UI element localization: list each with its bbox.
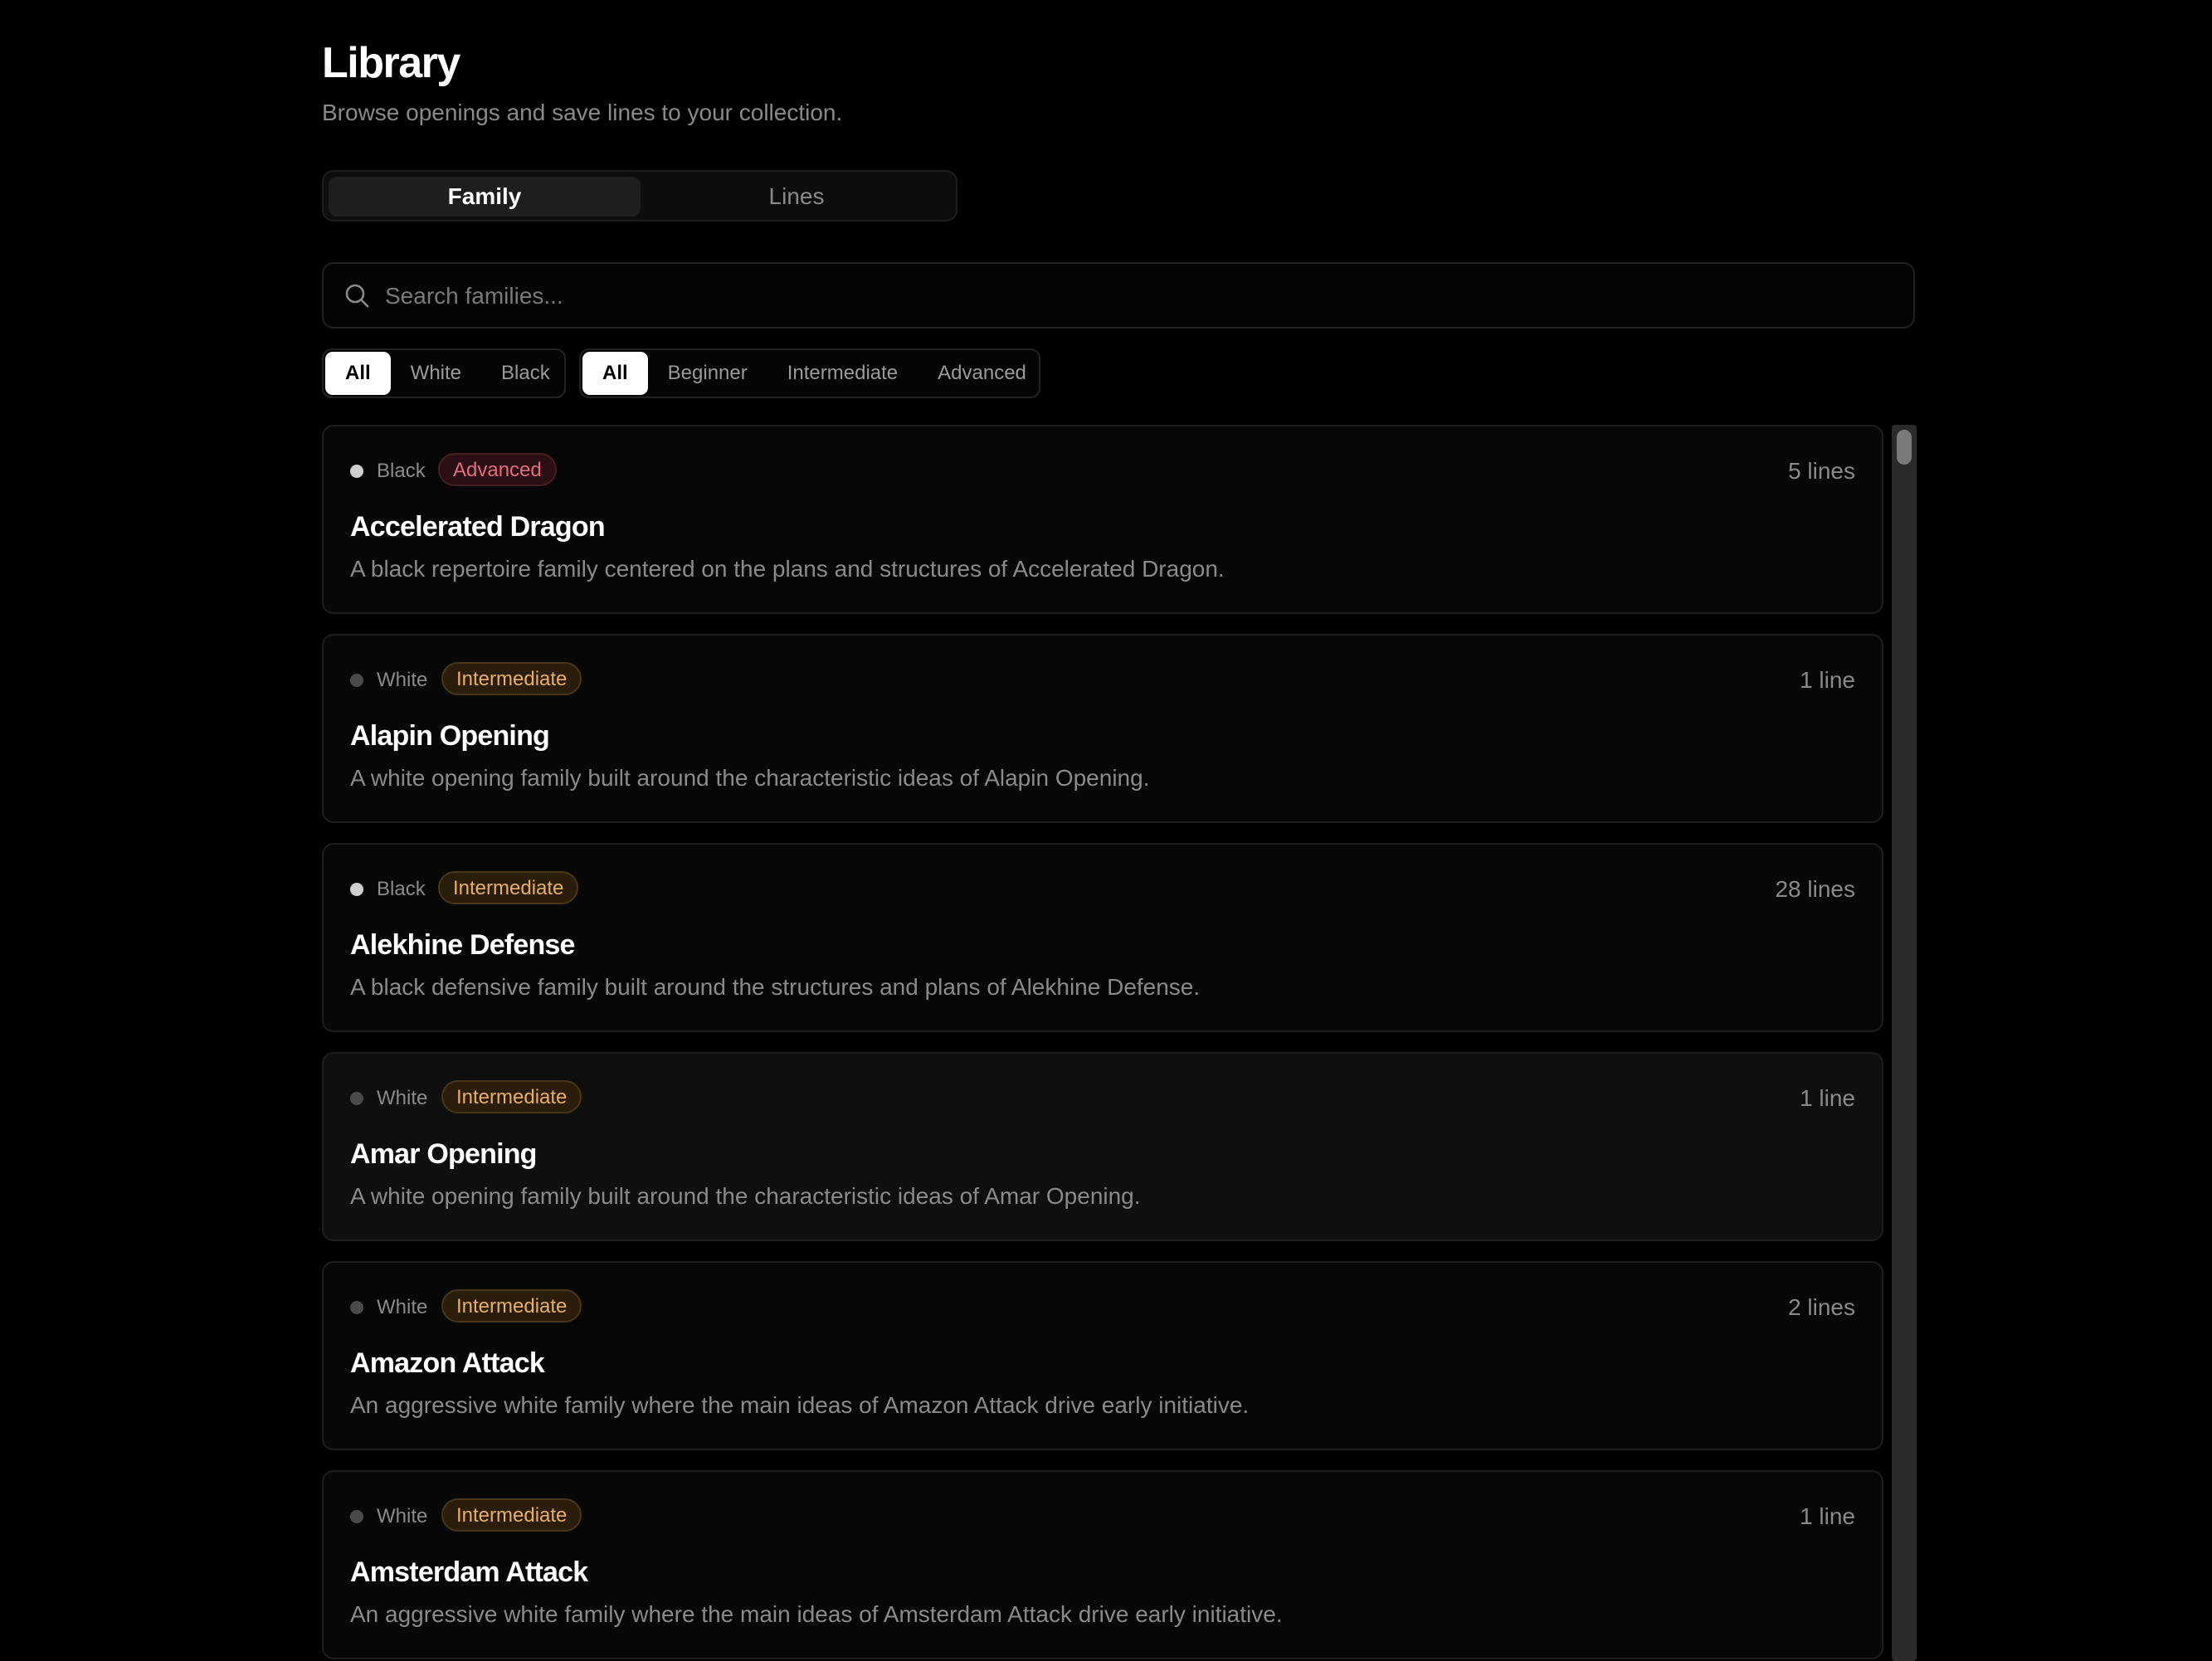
side-label: White — [377, 1296, 428, 1318]
level-badge: Intermediate — [441, 1289, 582, 1322]
family-card[interactable]: White Intermediate 1 line Amar Opening A… — [322, 1052, 1883, 1241]
list-scrollbar[interactable] — [1892, 425, 1917, 1661]
family-list: Black Advanced 5 lines Accelerated Drago… — [322, 425, 1885, 1661]
family-name: Alapin Opening — [350, 720, 550, 752]
level-badge: Intermediate — [441, 1080, 582, 1113]
family-card[interactable]: Black Advanced 5 lines Accelerated Drago… — [322, 425, 1883, 614]
family-name: Alekhine Defense — [350, 929, 575, 961]
search-input[interactable] — [383, 264, 1880, 329]
family-card[interactable]: White Intermediate 2 lines Amazon Attack… — [322, 1261, 1883, 1450]
scrollbar-thumb[interactable] — [1897, 430, 1912, 465]
side-label: Black — [377, 460, 426, 482]
level-badge: Intermediate — [438, 871, 579, 904]
family-card[interactable]: Black Intermediate 28 lines Alekhine Def… — [322, 843, 1883, 1032]
search-box — [322, 262, 1915, 329]
tab-lines[interactable]: Lines — [641, 177, 953, 217]
line-count: 1 line — [1800, 1503, 1855, 1529]
side-label: White — [377, 669, 428, 691]
level-badge: Advanced — [438, 453, 557, 486]
line-count: 5 lines — [1788, 458, 1855, 484]
side-label: White — [377, 1087, 428, 1109]
line-count: 1 line — [1800, 667, 1855, 693]
side-dot — [350, 674, 363, 687]
family-description: An aggressive white family where the mai… — [350, 1392, 1250, 1418]
side-dot — [350, 1301, 363, 1314]
side-dot — [350, 1510, 363, 1523]
level-badge: Intermediate — [441, 662, 582, 695]
line-count: 2 lines — [1788, 1294, 1855, 1320]
family-description: A white opening family built around the … — [350, 1183, 1141, 1209]
family-name: Accelerated Dragon — [350, 511, 606, 543]
tab-family[interactable]: Family — [329, 177, 641, 217]
line-count: 28 lines — [1775, 876, 1855, 902]
search-icon — [345, 284, 369, 308]
family-description: An aggressive white family where the mai… — [350, 1601, 1283, 1627]
side-dot — [350, 883, 363, 896]
level-filter-beginner[interactable]: Beginner — [648, 352, 767, 395]
page-subtitle: Browse openings and save lines to your c… — [322, 100, 843, 125]
side-dot — [350, 465, 363, 478]
line-count: 1 line — [1800, 1085, 1855, 1111]
level-filter-intermediate[interactable]: Intermediate — [767, 352, 918, 395]
side-filter-all[interactable]: All — [325, 352, 391, 395]
page-title: Library — [322, 39, 460, 87]
family-description: A white opening family built around the … — [350, 765, 1150, 791]
side-label: Black — [377, 878, 426, 900]
view-toggle: Family Lines — [322, 170, 957, 222]
family-name: Amsterdam Attack — [350, 1556, 588, 1588]
family-description: A black repertoire family centered on th… — [350, 556, 1225, 582]
level-badge: Intermediate — [441, 1498, 582, 1532]
family-card[interactable]: White Intermediate 1 line Alapin Opening… — [322, 634, 1883, 823]
level-filter-all[interactable]: All — [582, 352, 648, 395]
family-card[interactable]: White Intermediate 1 line Amsterdam Atta… — [322, 1470, 1883, 1659]
level-filter: All Beginner Intermediate Advanced — [579, 348, 1040, 398]
side-label: White — [377, 1505, 428, 1527]
family-name: Amar Opening — [350, 1138, 537, 1170]
side-filter-white[interactable]: White — [391, 352, 481, 395]
side-filter-black[interactable]: Black — [481, 352, 570, 395]
level-filter-advanced[interactable]: Advanced — [918, 352, 1046, 395]
side-filter: All White Black — [322, 348, 566, 398]
side-dot — [350, 1092, 363, 1105]
family-name: Amazon Attack — [350, 1347, 545, 1379]
family-description: A black defensive family built around th… — [350, 974, 1201, 1000]
